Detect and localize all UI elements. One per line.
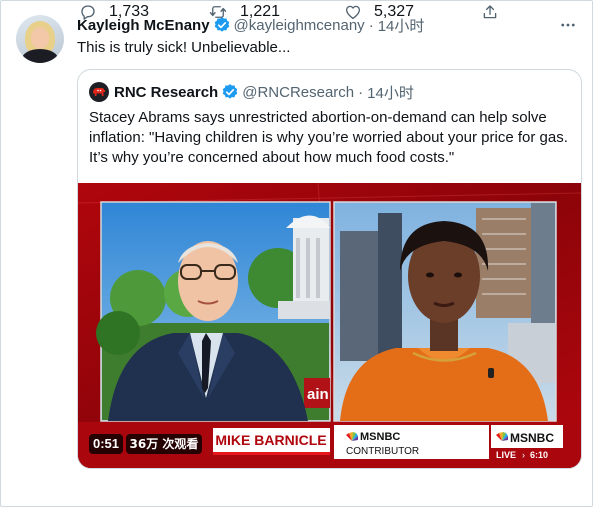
quoted-timestamp[interactable]: 14小时	[367, 82, 414, 103]
video-frame: ain MIKE BARNICLE MSNBC CONTRIBUTOR MSNB…	[78, 183, 581, 468]
broadcast-clock: 6:10	[530, 450, 548, 460]
rnc-logo-icon[interactable]	[89, 82, 109, 102]
quoted-header-separator: ·	[358, 83, 364, 101]
like-count: 5,327	[374, 3, 415, 20]
quoted-author-name[interactable]: RNC Research	[114, 84, 218, 101]
reply-count: 1,733	[109, 3, 150, 20]
corner-network: MSNBC	[510, 431, 554, 445]
lower-third-network: MSNBC	[360, 431, 400, 443]
video-view-count: 36万 次观看	[130, 436, 199, 451]
reply-icon	[79, 3, 97, 21]
retweet-button[interactable]: 1,221	[208, 1, 280, 23]
share-button[interactable]	[481, 1, 499, 23]
video-player[interactable]: ain MIKE BARNICLE MSNBC CONTRIBUTOR MSNB…	[78, 183, 581, 468]
avatar-face	[31, 27, 49, 49]
avatar-dress	[22, 49, 58, 63]
heart-icon	[344, 3, 362, 21]
retweet-count: 1,221	[240, 3, 281, 20]
quoted-author-handle[interactable]: @RNCResearch	[242, 84, 354, 101]
quoted-tweet[interactable]: RNC Research @RNCResearch · 14小时 Stacey …	[77, 69, 582, 469]
tweet-card[interactable]: Kayleigh McEnany @kayleighmcenany · 14小时…	[0, 0, 593, 507]
quoted-header: RNC Research @RNCResearch · 14小时	[89, 82, 414, 102]
live-label: LIVE	[496, 450, 516, 460]
like-button[interactable]: 5,327	[344, 1, 414, 23]
lower-third-role: CONTRIBUTOR	[346, 446, 419, 457]
lower-third-name: MIKE BARNICLE	[215, 432, 326, 448]
tweet-text: This is truly sick! Unbelievable...	[77, 39, 291, 56]
video-duration: 0:51	[93, 436, 119, 451]
more-options-icon[interactable]	[558, 15, 578, 35]
author-avatar[interactable]	[16, 15, 64, 63]
reply-button[interactable]: 1,733	[79, 1, 149, 23]
verified-badge-icon	[221, 83, 239, 101]
live-arrow-icon: ›	[522, 450, 525, 460]
share-icon	[481, 3, 499, 21]
quoted-text: Stacey Abrams says unrestricted abortion…	[89, 109, 568, 166]
backdrop-partial-text: ain	[307, 386, 329, 403]
retweet-icon	[208, 3, 228, 21]
